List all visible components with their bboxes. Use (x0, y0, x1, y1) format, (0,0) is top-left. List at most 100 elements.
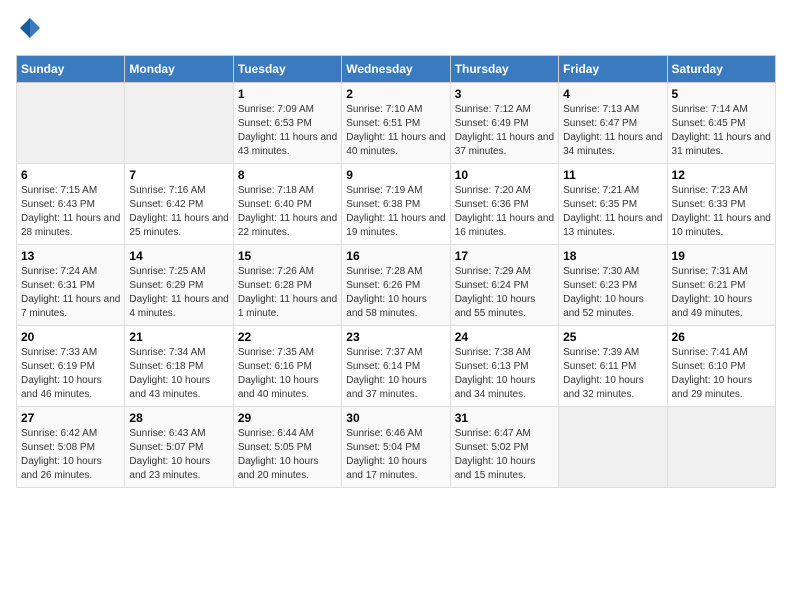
day-info: Sunrise: 7:26 AMSunset: 6:28 PMDaylight:… (238, 265, 337, 321)
calendar-cell: 25 Sunrise: 7:39 AMSunset: 6:11 PMDaylig… (559, 326, 667, 407)
calendar-cell: 13 Sunrise: 7:24 AMSunset: 6:31 PMDaylig… (17, 245, 125, 326)
calendar-cell: 23 Sunrise: 7:37 AMSunset: 6:14 PMDaylig… (342, 326, 450, 407)
calendar-cell: 22 Sunrise: 7:35 AMSunset: 6:16 PMDaylig… (233, 326, 341, 407)
calendar-cell: 5 Sunrise: 7:14 AMSunset: 6:45 PMDayligh… (667, 83, 775, 164)
day-info: Sunrise: 7:39 AMSunset: 6:11 PMDaylight:… (563, 346, 662, 402)
day-number: 5 (672, 87, 771, 101)
header (16, 16, 776, 45)
day-info: Sunrise: 7:41 AMSunset: 6:10 PMDaylight:… (672, 346, 771, 402)
day-info: Sunrise: 7:21 AMSunset: 6:35 PMDaylight:… (563, 184, 662, 240)
day-number: 29 (238, 411, 337, 425)
calendar-cell: 11 Sunrise: 7:21 AMSunset: 6:35 PMDaylig… (559, 164, 667, 245)
day-info: Sunrise: 7:24 AMSunset: 6:31 PMDaylight:… (21, 265, 120, 321)
day-header-thursday: Thursday (450, 56, 558, 83)
day-number: 24 (455, 330, 554, 344)
day-info: Sunrise: 6:43 AMSunset: 5:07 PMDaylight:… (129, 427, 228, 483)
day-number: 23 (346, 330, 445, 344)
day-info: Sunrise: 7:38 AMSunset: 6:13 PMDaylight:… (455, 346, 554, 402)
day-number: 15 (238, 249, 337, 263)
day-header-monday: Monday (125, 56, 233, 83)
day-info: Sunrise: 7:37 AMSunset: 6:14 PMDaylight:… (346, 346, 445, 402)
calendar-cell: 7 Sunrise: 7:16 AMSunset: 6:42 PMDayligh… (125, 164, 233, 245)
day-number: 6 (21, 168, 120, 182)
calendar-cell: 10 Sunrise: 7:20 AMSunset: 6:36 PMDaylig… (450, 164, 558, 245)
calendar-cell: 27 Sunrise: 6:42 AMSunset: 5:08 PMDaylig… (17, 407, 125, 488)
calendar-cell: 30 Sunrise: 6:46 AMSunset: 5:04 PMDaylig… (342, 407, 450, 488)
day-info: Sunrise: 7:14 AMSunset: 6:45 PMDaylight:… (672, 103, 771, 159)
day-info: Sunrise: 7:09 AMSunset: 6:53 PMDaylight:… (238, 103, 337, 159)
calendar-cell: 8 Sunrise: 7:18 AMSunset: 6:40 PMDayligh… (233, 164, 341, 245)
calendar-cell: 12 Sunrise: 7:23 AMSunset: 6:33 PMDaylig… (667, 164, 775, 245)
day-number: 19 (672, 249, 771, 263)
day-number: 18 (563, 249, 662, 263)
week-row-4: 20 Sunrise: 7:33 AMSunset: 6:19 PMDaylig… (17, 326, 776, 407)
calendar-cell: 14 Sunrise: 7:25 AMSunset: 6:29 PMDaylig… (125, 245, 233, 326)
day-header-wednesday: Wednesday (342, 56, 450, 83)
day-number: 27 (21, 411, 120, 425)
day-number: 10 (455, 168, 554, 182)
day-number: 31 (455, 411, 554, 425)
calendar-cell: 9 Sunrise: 7:19 AMSunset: 6:38 PMDayligh… (342, 164, 450, 245)
day-number: 21 (129, 330, 228, 344)
day-number: 1 (238, 87, 337, 101)
day-number: 3 (455, 87, 554, 101)
calendar-cell: 24 Sunrise: 7:38 AMSunset: 6:13 PMDaylig… (450, 326, 558, 407)
calendar-table: SundayMondayTuesdayWednesdayThursdayFrid… (16, 55, 776, 488)
day-number: 8 (238, 168, 337, 182)
day-info: Sunrise: 7:31 AMSunset: 6:21 PMDaylight:… (672, 265, 771, 321)
day-number: 14 (129, 249, 228, 263)
logo-icon (18, 16, 42, 40)
day-number: 30 (346, 411, 445, 425)
day-info: Sunrise: 7:35 AMSunset: 6:16 PMDaylight:… (238, 346, 337, 402)
day-info: Sunrise: 6:46 AMSunset: 5:04 PMDaylight:… (346, 427, 445, 483)
day-info: Sunrise: 7:28 AMSunset: 6:26 PMDaylight:… (346, 265, 445, 321)
day-number: 12 (672, 168, 771, 182)
day-info: Sunrise: 7:20 AMSunset: 6:36 PMDaylight:… (455, 184, 554, 240)
day-info: Sunrise: 7:29 AMSunset: 6:24 PMDaylight:… (455, 265, 554, 321)
day-number: 28 (129, 411, 228, 425)
day-number: 16 (346, 249, 445, 263)
day-number: 26 (672, 330, 771, 344)
day-info: Sunrise: 6:42 AMSunset: 5:08 PMDaylight:… (21, 427, 120, 483)
day-number: 13 (21, 249, 120, 263)
day-number: 20 (21, 330, 120, 344)
day-number: 17 (455, 249, 554, 263)
calendar-cell: 20 Sunrise: 7:33 AMSunset: 6:19 PMDaylig… (17, 326, 125, 407)
day-info: Sunrise: 7:34 AMSunset: 6:18 PMDaylight:… (129, 346, 228, 402)
day-info: Sunrise: 7:18 AMSunset: 6:40 PMDaylight:… (238, 184, 337, 240)
day-number: 25 (563, 330, 662, 344)
calendar-cell: 28 Sunrise: 6:43 AMSunset: 5:07 PMDaylig… (125, 407, 233, 488)
day-info: Sunrise: 7:19 AMSunset: 6:38 PMDaylight:… (346, 184, 445, 240)
calendar-cell: 16 Sunrise: 7:28 AMSunset: 6:26 PMDaylig… (342, 245, 450, 326)
day-number: 4 (563, 87, 662, 101)
calendar-cell: 1 Sunrise: 7:09 AMSunset: 6:53 PMDayligh… (233, 83, 341, 164)
calendar-cell: 17 Sunrise: 7:29 AMSunset: 6:24 PMDaylig… (450, 245, 558, 326)
week-row-3: 13 Sunrise: 7:24 AMSunset: 6:31 PMDaylig… (17, 245, 776, 326)
day-number: 22 (238, 330, 337, 344)
day-info: Sunrise: 7:15 AMSunset: 6:43 PMDaylight:… (21, 184, 120, 240)
week-row-2: 6 Sunrise: 7:15 AMSunset: 6:43 PMDayligh… (17, 164, 776, 245)
day-header-friday: Friday (559, 56, 667, 83)
day-info: Sunrise: 7:23 AMSunset: 6:33 PMDaylight:… (672, 184, 771, 240)
calendar-cell: 21 Sunrise: 7:34 AMSunset: 6:18 PMDaylig… (125, 326, 233, 407)
day-info: Sunrise: 6:44 AMSunset: 5:05 PMDaylight:… (238, 427, 337, 483)
day-header-saturday: Saturday (667, 56, 775, 83)
day-info: Sunrise: 7:16 AMSunset: 6:42 PMDaylight:… (129, 184, 228, 240)
day-info: Sunrise: 6:47 AMSunset: 5:02 PMDaylight:… (455, 427, 554, 483)
day-info: Sunrise: 7:33 AMSunset: 6:19 PMDaylight:… (21, 346, 120, 402)
calendar-cell: 19 Sunrise: 7:31 AMSunset: 6:21 PMDaylig… (667, 245, 775, 326)
calendar-cell (125, 83, 233, 164)
calendar-cell: 26 Sunrise: 7:41 AMSunset: 6:10 PMDaylig… (667, 326, 775, 407)
calendar-cell: 15 Sunrise: 7:26 AMSunset: 6:28 PMDaylig… (233, 245, 341, 326)
calendar-cell: 2 Sunrise: 7:10 AMSunset: 6:51 PMDayligh… (342, 83, 450, 164)
day-info: Sunrise: 7:10 AMSunset: 6:51 PMDaylight:… (346, 103, 445, 159)
calendar-cell (559, 407, 667, 488)
day-header-sunday: Sunday (17, 56, 125, 83)
calendar-cell: 6 Sunrise: 7:15 AMSunset: 6:43 PMDayligh… (17, 164, 125, 245)
logo (16, 16, 42, 45)
calendar-cell: 29 Sunrise: 6:44 AMSunset: 5:05 PMDaylig… (233, 407, 341, 488)
calendar-cell: 4 Sunrise: 7:13 AMSunset: 6:47 PMDayligh… (559, 83, 667, 164)
calendar-cell (17, 83, 125, 164)
days-header-row: SundayMondayTuesdayWednesdayThursdayFrid… (17, 56, 776, 83)
calendar-cell: 31 Sunrise: 6:47 AMSunset: 5:02 PMDaylig… (450, 407, 558, 488)
